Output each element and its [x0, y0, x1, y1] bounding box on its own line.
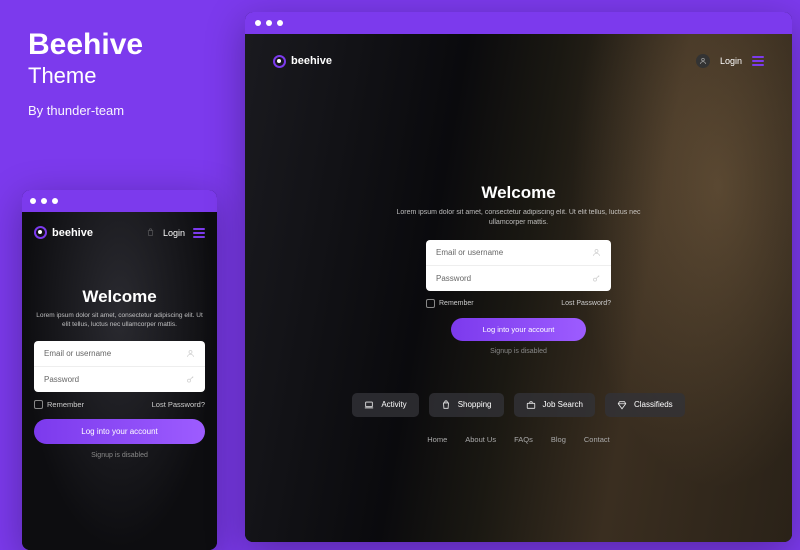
login-button[interactable]: Log into your account [451, 318, 586, 341]
promo-subtitle: Theme [28, 63, 143, 89]
login-link[interactable]: Login [720, 56, 742, 66]
window-dot [277, 20, 283, 26]
bag-icon [441, 400, 451, 410]
login-button[interactable]: Log into your account [34, 419, 205, 444]
desktop-body: beehive Login Welcome Lorem ipsum dolor … [245, 34, 792, 542]
brand-logo[interactable]: beehive [34, 226, 93, 239]
key-icon [186, 375, 195, 384]
password-placeholder: Password [44, 375, 79, 384]
hamburger-menu-icon[interactable] [752, 56, 764, 66]
remember-label: Remember [47, 400, 84, 409]
window-dot [266, 20, 272, 26]
brand-logo[interactable]: beehive [273, 55, 332, 68]
footer-link-faqs[interactable]: FAQs [514, 435, 533, 444]
bag-icon[interactable] [146, 228, 155, 237]
promo-title: Beehive [28, 28, 143, 61]
pill-job-search[interactable]: Job Search [514, 393, 595, 417]
pill-label: Job Search [543, 400, 583, 409]
mobile-body: beehive Login Welcome Lorem ipsum dolor … [22, 212, 217, 550]
login-form: Email or username Password [426, 240, 611, 291]
footer-link-contact[interactable]: Contact [584, 435, 610, 444]
email-field[interactable]: Email or username [34, 341, 205, 367]
window-dot [52, 198, 58, 204]
remember-checkbox[interactable]: Remember [34, 400, 84, 409]
welcome-subtext: Lorem ipsum dolor sit amet, consectetur … [34, 311, 205, 329]
laptop-icon [364, 400, 374, 410]
desktop-header: beehive Login [273, 54, 764, 68]
welcome-subtext: Lorem ipsum dolor sit amet, consectetur … [389, 208, 649, 228]
brand-text: beehive [291, 55, 332, 67]
pill-label: Classifieds [634, 400, 673, 409]
user-icon [186, 349, 195, 358]
promo-block: Beehive Theme By thunder-team [28, 28, 143, 118]
pill-label: Activity [381, 400, 406, 409]
user-icon [592, 248, 601, 257]
pill-classifieds[interactable]: Classifieds [605, 393, 685, 417]
password-field[interactable]: Password [34, 367, 205, 392]
hamburger-menu-icon[interactable] [193, 228, 205, 238]
checkbox-icon [34, 400, 43, 409]
lost-password-link[interactable]: Lost Password? [561, 300, 611, 307]
desktop-welcome-section: Welcome Lorem ipsum dolor sit amet, cons… [273, 183, 764, 355]
form-options-row: Remember Lost Password? [34, 400, 205, 409]
email-placeholder: Email or username [436, 248, 503, 257]
diamond-icon [617, 400, 627, 410]
footer-nav: Home About Us FAQs Blog Contact [273, 435, 764, 444]
desktop-window-chrome [245, 12, 792, 34]
mobile-window-chrome [22, 190, 217, 212]
pill-activity[interactable]: Activity [352, 393, 418, 417]
brand-icon [273, 55, 286, 68]
desktop-preview-window: beehive Login Welcome Lorem ipsum dolor … [245, 12, 792, 542]
avatar-icon[interactable] [696, 54, 710, 68]
welcome-heading: Welcome [34, 287, 205, 307]
mobile-header: beehive Login [34, 226, 205, 239]
login-form: Email or username Password [34, 341, 205, 392]
password-placeholder: Password [436, 274, 471, 283]
email-field[interactable]: Email or username [426, 240, 611, 266]
remember-label: Remember [439, 300, 474, 307]
footer-link-about[interactable]: About Us [465, 435, 496, 444]
password-field[interactable]: Password [426, 266, 611, 291]
checkbox-icon [426, 299, 435, 308]
mobile-preview-window: beehive Login Welcome Lorem ipsum dolor … [22, 190, 217, 550]
footer-link-blog[interactable]: Blog [551, 435, 566, 444]
promo-byline: By thunder-team [28, 103, 143, 118]
desktop-header-actions: Login [696, 54, 764, 68]
briefcase-icon [526, 400, 536, 410]
window-dot [255, 20, 261, 26]
lost-password-link[interactable]: Lost Password? [152, 400, 205, 409]
brand-text: beehive [52, 227, 93, 239]
login-link[interactable]: Login [163, 228, 185, 238]
signup-disabled-text: Signup is disabled [273, 348, 764, 355]
pill-shopping[interactable]: Shopping [429, 393, 504, 417]
category-pills: Activity Shopping Job Search Classifieds [273, 393, 764, 417]
brand-icon [34, 226, 47, 239]
mobile-welcome-section: Welcome Lorem ipsum dolor sit amet, cons… [34, 287, 205, 329]
key-icon [592, 274, 601, 283]
pill-label: Shopping [458, 400, 492, 409]
window-dot [41, 198, 47, 204]
email-placeholder: Email or username [44, 349, 111, 358]
mobile-header-actions: Login [146, 228, 205, 238]
signup-disabled-text: Signup is disabled [34, 452, 205, 459]
footer-link-home[interactable]: Home [427, 435, 447, 444]
remember-checkbox[interactable]: Remember [426, 299, 474, 308]
welcome-heading: Welcome [273, 183, 764, 203]
window-dot [30, 198, 36, 204]
form-options-row: Remember Lost Password? [426, 299, 611, 308]
